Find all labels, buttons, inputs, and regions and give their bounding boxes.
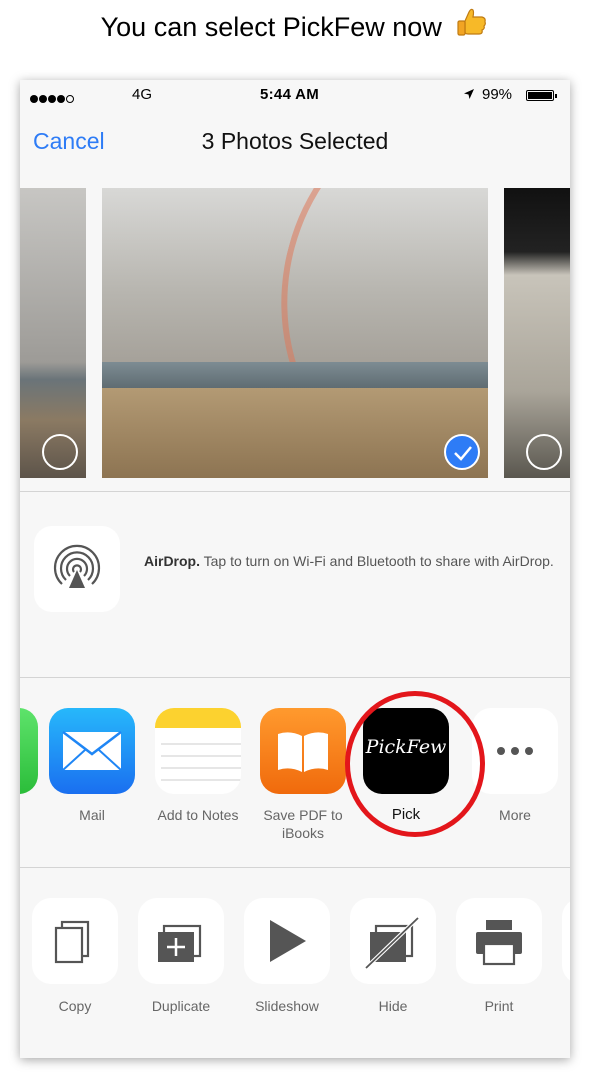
share-apps-row: Mail Add to Notes Save PDF to iBooks Pic… — [20, 678, 570, 868]
airdrop-description: AirDrop. Tap to turn on Wi-Fi and Blueto… — [144, 552, 554, 571]
duplicate-icon — [138, 898, 224, 984]
unselected-circle-icon[interactable] — [42, 434, 78, 470]
phone-screen: 4G 5:44 AM 99% Cancel 3 Photos Selected — [20, 80, 570, 1058]
app-label: Pick — [391, 806, 421, 823]
unselected-circle-icon[interactable] — [526, 434, 562, 470]
photo-thumbnail[interactable] — [20, 188, 86, 478]
action-partial[interactable] — [560, 898, 570, 984]
action-partial-tile — [562, 898, 570, 984]
pickfew-logo-text: PickFew — [365, 736, 447, 758]
carrier-label: 4G — [132, 86, 153, 103]
action-label: Copy — [58, 998, 92, 1014]
photo-thumbnail[interactable] — [504, 188, 570, 478]
messages-icon — [20, 708, 38, 794]
status-bar: 4G 5:44 AM 99% — [20, 80, 570, 110]
nav-bar: Cancel 3 Photos Selected — [20, 110, 570, 172]
photo-sea — [102, 362, 488, 389]
mail-icon — [49, 708, 135, 794]
action-label: Slideshow — [255, 998, 319, 1014]
copy-icon — [32, 898, 118, 984]
action-label: Hide — [378, 998, 408, 1014]
action-slideshow[interactable]: Slideshow — [242, 898, 332, 1014]
caption-text: You can select PickFew now — [100, 12, 442, 42]
more-icon — [472, 708, 558, 794]
app-mail[interactable]: Mail — [47, 708, 137, 824]
share-actions-row: Copy Duplicate Slideshow Hide Print — [20, 868, 570, 1058]
app-label: Add to Notes — [157, 807, 239, 823]
app-pickfew[interactable]: PickFew Pick — [361, 708, 451, 824]
airdrop-text: Tap to turn on Wi-Fi and Bluetooth to sh… — [203, 553, 554, 569]
play-icon — [244, 898, 330, 984]
airdrop-section: AirDrop. Tap to turn on Wi-Fi and Blueto… — [20, 492, 570, 678]
app-partial[interactable] — [20, 708, 40, 794]
location-arrow-icon — [463, 87, 475, 104]
app-label: Save PDF to iBooks — [263, 807, 343, 841]
app-more[interactable]: More — [470, 708, 560, 824]
action-label: Print — [484, 998, 514, 1014]
action-print[interactable]: Print — [454, 898, 544, 1014]
printer-icon — [456, 898, 542, 984]
hide-icon — [350, 898, 436, 984]
page-title: 3 Photos Selected — [201, 128, 389, 154]
airdrop-icon[interactable] — [34, 526, 120, 612]
clock: 5:44 AM — [260, 86, 320, 103]
app-ibooks[interactable]: Save PDF to iBooks — [258, 708, 348, 842]
pickfew-logo: PickFew — [363, 708, 449, 794]
thumbs-up-icon — [455, 6, 489, 47]
action-duplicate[interactable]: Duplicate — [136, 898, 226, 1014]
app-label: Mail — [79, 807, 105, 823]
checkmark-icon[interactable] — [444, 434, 480, 470]
ibooks-icon — [260, 708, 346, 794]
photo-sand — [102, 388, 488, 478]
notes-icon — [155, 708, 241, 794]
photo-strip[interactable] — [20, 172, 570, 492]
signal-icon — [30, 90, 75, 107]
airdrop-title: AirDrop. — [144, 553, 200, 569]
caption: You can select PickFew now — [0, 6, 590, 47]
action-label: Duplicate — [151, 998, 211, 1014]
action-copy[interactable]: Copy — [30, 898, 120, 1014]
photo-thumbnail[interactable] — [102, 188, 488, 478]
action-hide[interactable]: Hide — [348, 898, 438, 1014]
battery-percent: 99% — [482, 86, 513, 103]
app-notes[interactable]: Add to Notes — [153, 708, 243, 824]
app-label: More — [499, 807, 531, 823]
battery-icon — [526, 90, 557, 101]
